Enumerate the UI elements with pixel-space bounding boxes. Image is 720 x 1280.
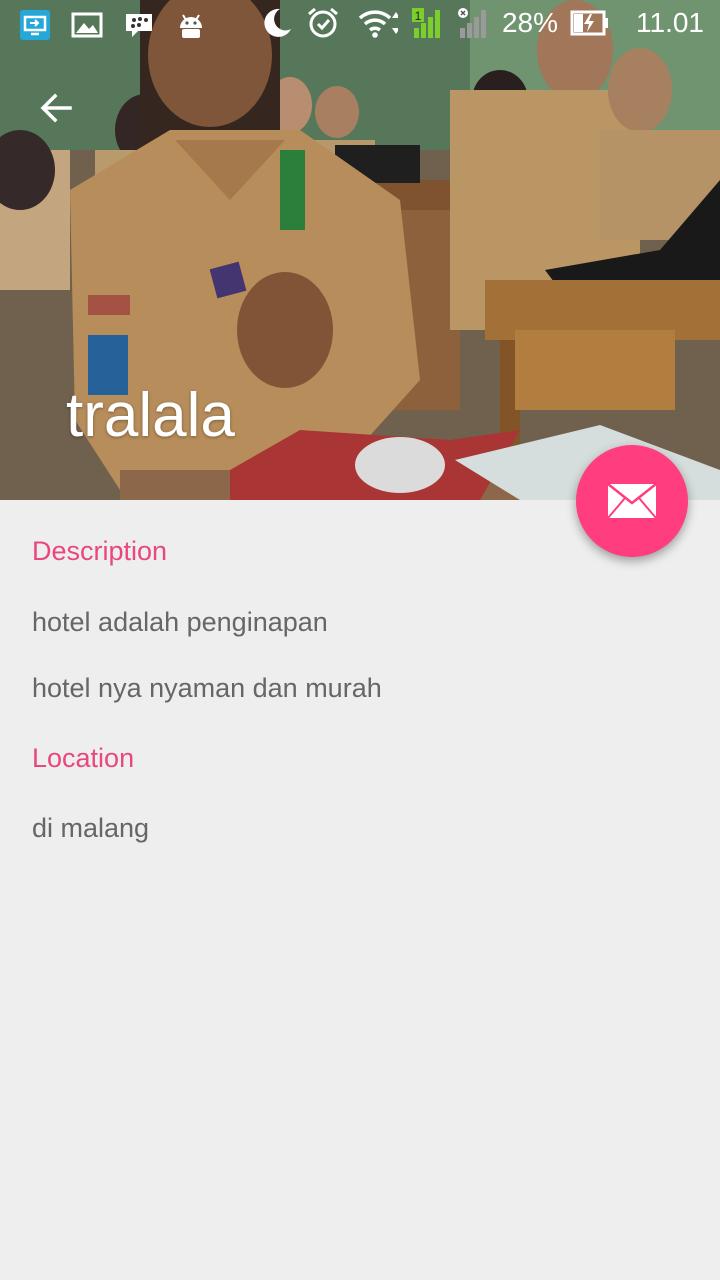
status-right-icons: 1 28% 11.01 (260, 6, 704, 40)
bbm-icon (126, 14, 152, 37)
signal-sim1-icon: 1 (411, 8, 440, 38)
page-title: tralala (66, 381, 235, 450)
battery-percent: 28% (501, 7, 558, 38)
battery-charging-icon (570, 10, 608, 36)
moon-icon (264, 8, 291, 37)
svg-text:1: 1 (415, 9, 422, 23)
status-left-icons (18, 8, 208, 42)
gallery-icon (71, 12, 103, 38)
back-button[interactable] (30, 82, 82, 134)
description-line-2: hotel nya nyaman dan murah (32, 673, 382, 703)
alarm-icon (307, 7, 338, 38)
header-image: 1 28% 11.01 tralala (0, 0, 720, 500)
location-line-1: di malang (32, 813, 150, 843)
android-icon (180, 14, 202, 38)
mail-icon (607, 483, 657, 519)
wifi-icon (358, 10, 398, 38)
mail-fab-button[interactable] (576, 445, 688, 557)
screen-mirror-icon (20, 10, 50, 40)
signal-sim2-icon (457, 8, 486, 38)
location-heading: Location (32, 743, 135, 773)
clock: 11.01 (636, 7, 704, 38)
description-heading: Description (32, 536, 168, 566)
status-bar: 1 28% 11.01 (0, 0, 720, 50)
description-line-1: hotel adalah penginapan (32, 607, 328, 637)
arrow-back-icon (40, 93, 72, 123)
